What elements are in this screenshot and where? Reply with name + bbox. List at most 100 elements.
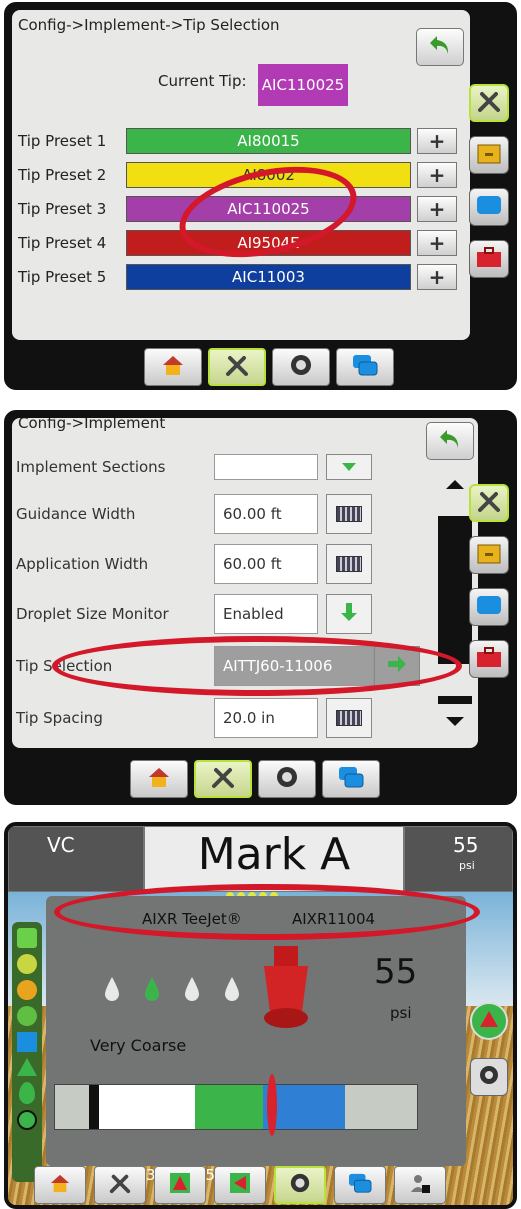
- setting-value[interactable]: [214, 454, 318, 480]
- console-button[interactable]: [336, 348, 394, 386]
- highlight-ellipse: [52, 636, 462, 696]
- tip-preset-label: Tip Preset 3: [18, 200, 107, 218]
- side-data-button[interactable]: [469, 136, 509, 174]
- setting-value[interactable]: 60.00 ft: [214, 544, 318, 584]
- mark-box[interactable]: Mark A: [144, 826, 404, 892]
- setting-value[interactable]: Enabled: [214, 594, 318, 634]
- console-icon: [476, 194, 502, 220]
- add-preset-button[interactable]: +: [417, 162, 457, 188]
- current-tip-value: AIC110025: [258, 64, 348, 106]
- toolbox-icon: [476, 246, 502, 272]
- tip-selection-panel: Config->Implement->Tip Selection Current…: [12, 10, 470, 340]
- setting-label: Implement Sections: [16, 458, 166, 476]
- side-config-button[interactable]: [469, 84, 509, 122]
- tip-preset-bar[interactable]: AI80015: [126, 128, 411, 154]
- cabinet-icon: [476, 541, 502, 569]
- console-stack-icon: [337, 765, 365, 793]
- home-icon: [161, 354, 185, 380]
- back-arrow-icon: [428, 34, 452, 60]
- side-config-button[interactable]: [469, 484, 509, 522]
- droplet-scale-bar: [54, 1084, 418, 1130]
- field-view-button[interactable]: [214, 1166, 266, 1204]
- keyboard-button[interactable]: [326, 494, 372, 534]
- config-button[interactable]: [194, 760, 252, 798]
- droplet-class: Very Coarse: [90, 1036, 187, 1055]
- implement-config-screen: Config->Implement Implement Sections Gui…: [4, 410, 517, 805]
- console-icon: [476, 594, 502, 620]
- breadcrumb: Config->Implement->Tip Selection: [18, 16, 280, 34]
- vehicle-view-button[interactable]: [154, 1166, 206, 1204]
- current-tip-label: Current Tip:: [158, 72, 247, 90]
- highlight-ellipse: [54, 884, 480, 940]
- side-console-button[interactable]: [469, 188, 509, 226]
- setting-value[interactable]: 20.0 in: [214, 698, 318, 738]
- user-icon: [409, 1172, 431, 1198]
- operation-button[interactable]: [258, 760, 316, 798]
- home-button[interactable]: [130, 760, 188, 798]
- home-icon: [49, 1173, 71, 1197]
- monitor-button[interactable]: [470, 1058, 508, 1096]
- scale-segment: [89, 1085, 99, 1129]
- setting-label: Droplet Size Monitor: [16, 605, 169, 623]
- mark-label: Mark A: [197, 829, 351, 880]
- home-icon: [147, 766, 171, 792]
- side-tools-button[interactable]: [469, 240, 509, 278]
- side-tools-button[interactable]: [469, 640, 509, 678]
- left-toolbar: [12, 922, 42, 1182]
- link-icon[interactable]: [17, 1110, 37, 1130]
- keyboard-button[interactable]: [326, 698, 372, 738]
- config-button[interactable]: [94, 1166, 146, 1204]
- keyboard-icon: [336, 556, 362, 572]
- tip-preset-bar[interactable]: AIC11003: [126, 264, 411, 290]
- gps-icon[interactable]: [17, 954, 37, 974]
- section-icon[interactable]: [17, 1032, 37, 1052]
- droplet-monitor-screen: VC Mark A 55 psi AIXR TeeJet® AIXR11004 …: [4, 822, 517, 1209]
- home-button[interactable]: [34, 1166, 86, 1204]
- operation-button[interactable]: [272, 348, 330, 386]
- add-preset-button[interactable]: +: [417, 196, 457, 222]
- gauge-icon: [275, 765, 299, 793]
- tip-selection-screen: Config->Implement->Tip Selection Current…: [4, 2, 517, 390]
- keyboard-icon: [336, 710, 362, 726]
- back-button[interactable]: [426, 422, 474, 460]
- toolbox-icon: [476, 646, 502, 672]
- boom-icon[interactable]: [17, 928, 37, 948]
- breadcrumb: Config->Implement: [18, 418, 166, 432]
- tip-preset-label: Tip Preset 2: [18, 166, 107, 184]
- operation-button[interactable]: [274, 1166, 326, 1204]
- dropdown-button[interactable]: [326, 454, 372, 480]
- expand-button[interactable]: [326, 594, 372, 634]
- pressure-value: 55: [453, 833, 479, 857]
- home-button[interactable]: [144, 348, 202, 386]
- scroll-down-button[interactable]: [436, 704, 474, 740]
- console-button[interactable]: [322, 760, 380, 798]
- bottom-nav: [144, 348, 394, 386]
- chevron-down-icon: [340, 458, 358, 477]
- triangle-icon[interactable]: [17, 1058, 37, 1076]
- steering-icon[interactable]: [17, 980, 37, 1000]
- pressure-box[interactable]: 55 psi: [404, 826, 513, 892]
- tip-preset-row: Tip Preset 1 AI80015 +: [18, 128, 457, 154]
- side-data-button[interactable]: [469, 536, 509, 574]
- add-preset-button[interactable]: +: [417, 264, 457, 290]
- setting-label: Application Width: [16, 555, 149, 573]
- add-preset-button[interactable]: +: [417, 230, 457, 256]
- left-info-box[interactable]: VC: [8, 826, 144, 892]
- sensor-icon[interactable]: [17, 1006, 37, 1026]
- user-button[interactable]: [394, 1166, 446, 1204]
- droplet-icon: [185, 977, 199, 1001]
- droplet-icon[interactable]: [19, 1082, 35, 1104]
- setting-row: Application Width 60.00 ft: [16, 544, 372, 584]
- console-button[interactable]: [334, 1166, 386, 1204]
- vc-label: VC: [47, 833, 75, 857]
- droplet-icon: [105, 977, 119, 1001]
- side-console-button[interactable]: [469, 588, 509, 626]
- guidance-button[interactable]: [470, 1002, 508, 1040]
- add-preset-button[interactable]: +: [417, 128, 457, 154]
- config-button[interactable]: [208, 348, 266, 386]
- vehicle-view-icon: [169, 1172, 191, 1198]
- back-button[interactable]: [416, 28, 464, 66]
- keyboard-button[interactable]: [326, 544, 372, 584]
- scroll-track[interactable]: [438, 516, 472, 664]
- setting-value[interactable]: 60.00 ft: [214, 494, 318, 534]
